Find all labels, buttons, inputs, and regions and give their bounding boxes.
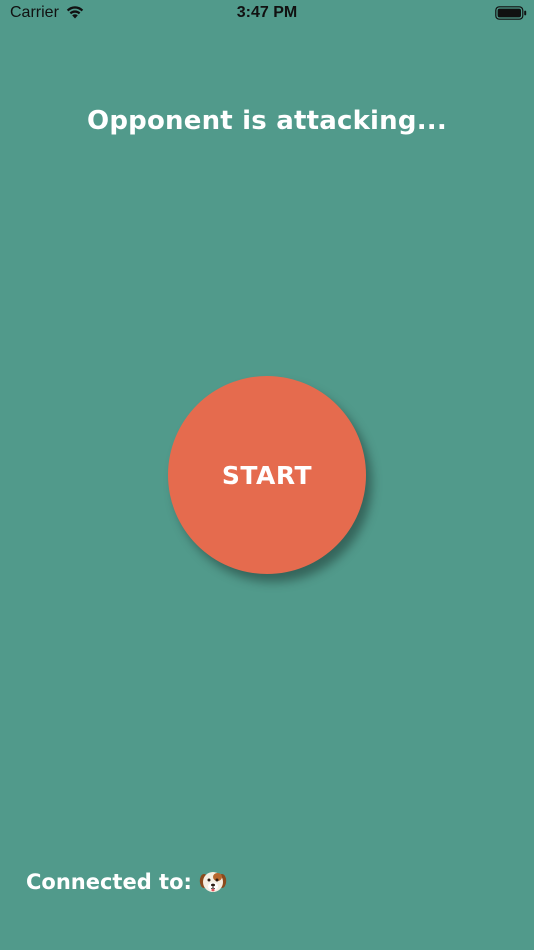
page-title: Opponent is attacking...: [87, 106, 447, 136]
connection-status: Connected to:: [26, 868, 227, 896]
dog-face-icon: [199, 872, 227, 892]
clock: 3:47 PM: [236, 4, 298, 21]
start-button-label: START: [221, 460, 313, 490]
battery-full-icon: [495, 6, 527, 20]
status-bar: Carrier 3:47 PM: [0, 0, 534, 28]
connected-label: Connected to:: [26, 870, 192, 894]
start-button[interactable]: START: [168, 376, 366, 574]
